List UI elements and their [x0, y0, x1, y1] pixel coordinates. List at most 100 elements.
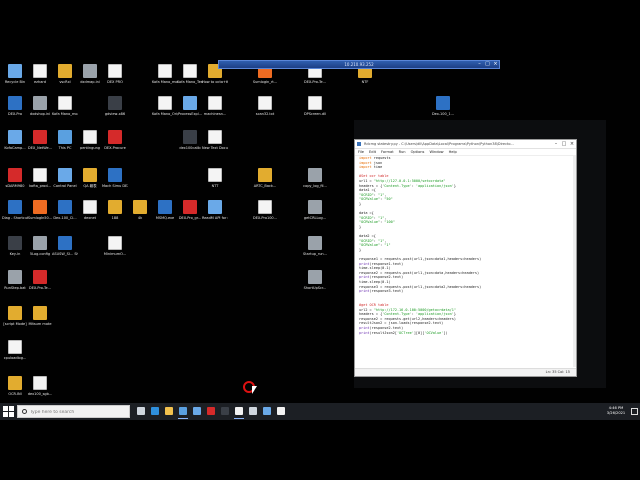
close-icon[interactable]: × — [492, 61, 499, 68]
desktop-icon[interactable]: kofta_prod... — [27, 168, 53, 188]
desktop-icon-label: Control Panel — [53, 184, 77, 188]
minimize-icon[interactable]: – — [552, 140, 560, 148]
menu-window[interactable]: Window — [429, 149, 443, 155]
desktop-icon[interactable]: OCR.INI — [2, 376, 28, 396]
desktop-icon[interactable]: Kofa Mano_mod... — [152, 64, 178, 84]
desktop-icon[interactable]: ezhard — [27, 64, 53, 84]
menu-file[interactable]: File — [358, 149, 364, 155]
desktop-icon[interactable]: New Text Document.txt — [202, 130, 228, 150]
desktop-icon[interactable]: dxdmap.ini — [77, 64, 103, 84]
desktop-icon[interactable]: vscRxl — [52, 64, 78, 84]
editor-titlebar[interactable]: Rdcmg statestry.py - C:\Users\dll\AppDat… — [355, 140, 576, 149]
desktop-icon[interactable]: QA 報表 — [77, 168, 103, 188]
desktop-icon[interactable]: 5Log.config — [27, 236, 53, 256]
desktop-icon[interactable]: NTT — [202, 168, 228, 188]
desktop-icon[interactable]: Kofa Mano_mo... — [52, 96, 78, 116]
desktop-icon[interactable]: DEX-Procure — [102, 130, 128, 150]
python-idle-icon[interactable] — [178, 406, 188, 419]
edge-icon[interactable] — [150, 406, 160, 417]
close-icon[interactable]: × — [568, 140, 576, 148]
desktop-icon[interactable]: This PC — [52, 130, 78, 150]
desktop-icon[interactable]: DPScreen.dll — [302, 96, 328, 116]
desktop-icon[interactable]: ShortUpScr... — [302, 270, 328, 290]
restore-icon[interactable]: □ — [484, 61, 491, 68]
desktop-icon[interactable]: Kofa Mano_Orig... — [152, 96, 178, 116]
desktop-icon-label: DEX-Pro-Te... — [29, 286, 51, 290]
minimize-icon[interactable]: – — [476, 61, 483, 68]
desktop-icon[interactable]: dexnet — [77, 200, 103, 220]
desktop-icon[interactable]: Control Panel — [52, 168, 78, 188]
system-clock[interactable]: 4:46 PM 3/26/2021 — [604, 406, 628, 416]
desktop-icon[interactable]: scan32.txt — [252, 96, 278, 116]
code-area[interactable]: import requests import json import time #Se… — [359, 156, 573, 367]
desktop-icon[interactable]: dex100_sgb... — [27, 376, 53, 396]
menu-format[interactable]: Format — [381, 149, 394, 155]
desktop-icon[interactable]: ProcessExpl... — [177, 96, 203, 116]
desktop-icon[interactable]: Diag - Shortcut — [2, 200, 28, 220]
notification-icon[interactable] — [631, 408, 638, 415]
desktop-icon[interactable]: getCRLLog... — [302, 200, 328, 220]
desktop-icon[interactable]: sDARM980 — [2, 168, 28, 188]
search-input[interactable] — [30, 407, 126, 417]
maximize-icon[interactable]: □ — [560, 140, 568, 148]
desktop-icon[interactable]: machinesn... — [202, 96, 228, 116]
remote-desktop-connection-bar[interactable]: 10.210.93.252 – □ × — [218, 60, 500, 69]
monitor-icon[interactable] — [262, 406, 272, 417]
desktop-icon[interactable]: Kofa Mano_Test... — [177, 64, 203, 84]
desktop-icon[interactable]: MinimumO... — [102, 236, 128, 256]
remote-desktop-icon[interactable] — [192, 406, 202, 417]
desktop-icon[interactable]: Mach Simu DEX-HD — [102, 168, 128, 188]
desktop-icon[interactable]: copy_log_fil... — [302, 168, 328, 188]
python-editor-window[interactable]: Rdcmg statestry.py - C:\Users\dll\AppDat… — [354, 139, 577, 377]
start-button[interactable] — [3, 406, 14, 417]
desktop-icon[interactable]: DEX-Pro100... — [252, 200, 278, 220]
document-icon — [158, 96, 172, 110]
desktop-icon[interactable]: KofaCamp... — [2, 130, 28, 150]
taskbar-search[interactable] — [17, 405, 130, 418]
document-icon[interactable] — [248, 406, 258, 417]
desktop-icon[interactable]: ReadM API for dex100.py — [202, 200, 228, 220]
desktop-icon[interactable]: Dex-100_1... — [430, 96, 456, 116]
desktop-icon[interactable]: ASUSW_SI... Shortcut — [52, 236, 78, 256]
desktop-icon[interactable]: Key-in — [2, 236, 28, 256]
desktop-icon[interactable]: DEX PRO — [102, 64, 128, 84]
menu-help[interactable]: Help — [449, 149, 457, 155]
desktop-icon[interactable]: Dex-100_Ci... — [52, 200, 78, 220]
desktop-icon[interactable]: ARTC_Back... — [252, 168, 278, 188]
desktop-icon[interactable]: pentingung — [77, 130, 103, 150]
settings-file-icon — [308, 200, 322, 214]
desktop-icon-label: Key-in — [9, 252, 21, 256]
desktop-icon[interactable]: DEX-Pro — [2, 96, 28, 116]
task-view-icon[interactable] — [136, 406, 146, 417]
mouse-pointer-icon — [252, 386, 257, 394]
desktop-icon[interactable]: dxdshop.ini — [27, 96, 53, 116]
desktop-icon[interactable]: 188 — [102, 200, 128, 220]
desktop-icon[interactable]: dex100calib — [177, 130, 203, 150]
menu-run[interactable]: Run — [399, 149, 406, 155]
desktop-icon[interactable]: Mitsum mote — [27, 306, 53, 326]
menu-edit[interactable]: Edit — [369, 149, 376, 155]
settings-file-icon — [8, 270, 22, 284]
desktop-icon[interactable]: 4k — [127, 200, 153, 220]
desktop-icon[interactable]: Recycle Bin — [2, 64, 28, 84]
app-window-icon[interactable] — [276, 406, 286, 417]
vertical-scrollbar[interactable] — [573, 156, 576, 367]
desktop-icon[interactable]: gdview-x86 — [102, 96, 128, 116]
desktop-icon[interactable]: DEX-Pro_gr... — [177, 200, 203, 220]
desktop-icon[interactable]: MSMQ.exe — [152, 200, 178, 220]
taskbar-app-glyph — [193, 407, 201, 415]
desktop-icon[interactable]: [script Mode] — [2, 306, 28, 326]
terminal-icon[interactable] — [220, 406, 230, 417]
desktop-icon[interactable]: DEX_NetWe... — [27, 130, 53, 150]
desktop-icon[interactable]: SumlogIn50... — [27, 200, 53, 220]
desktop-icon[interactable]: cpuloadlog... — [2, 340, 28, 360]
app-icon — [58, 236, 72, 250]
dex-pro-icon[interactable] — [206, 406, 216, 417]
desktop-icon[interactable]: RunStep.bat — [2, 270, 28, 290]
desktop-icon[interactable]: DEX-Pro-Te... — [27, 270, 53, 290]
menu-options[interactable]: Options — [411, 149, 425, 155]
taskbar: 4:46 PM 3/26/2021 — [0, 403, 640, 420]
file-explorer-icon[interactable] — [164, 406, 174, 417]
python-editor-icon[interactable] — [234, 406, 244, 419]
desktop-icon[interactable]: Startup_run... — [302, 236, 328, 256]
